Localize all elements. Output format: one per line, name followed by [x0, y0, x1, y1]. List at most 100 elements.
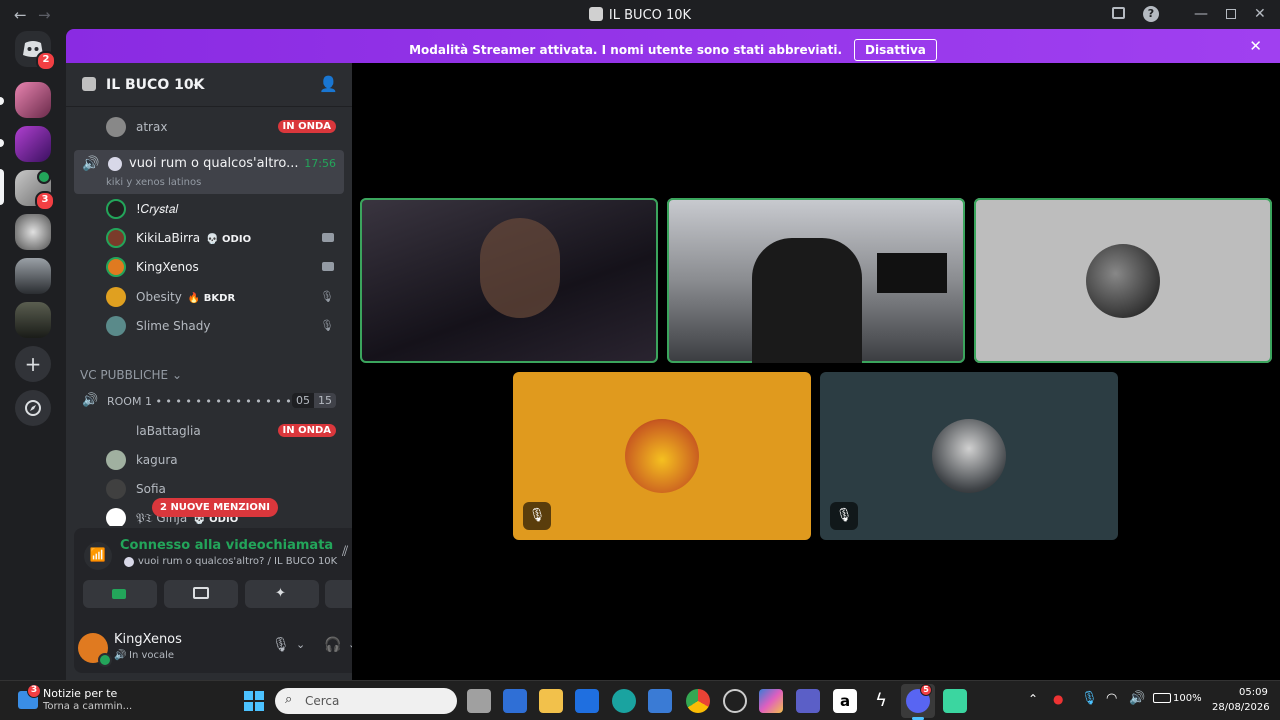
clock-time[interactable]: 05:09 [1239, 687, 1268, 698]
volume-icon[interactable]: 🔊 [1129, 691, 1145, 706]
video-tile[interactable] [360, 198, 658, 363]
server-avatar-2[interactable] [15, 126, 51, 162]
title-bar: ← → IL BUCO 10K ? — ✕ [0, 0, 1280, 29]
connection-channel[interactable]: vuoi rum o qualcos'altro? / IL BUCO 10K [138, 556, 337, 567]
app-icon[interactable] [943, 689, 967, 713]
member-name: KikiLaBirra [136, 231, 201, 245]
search-icon: ⌕ [285, 692, 293, 707]
video-stage: 🎙 🎙 [352, 63, 1280, 680]
battery-icon[interactable] [1153, 693, 1171, 703]
stremio-icon[interactable]: ϟ [869, 689, 893, 713]
voice-indicator-icon [37, 170, 51, 184]
server-avatar-4[interactable] [15, 214, 51, 250]
speaker-icon: 🔊 [82, 393, 99, 408]
server-avatar-6[interactable] [15, 302, 51, 338]
headphones-icon[interactable]: 🎧 [324, 637, 341, 653]
selected-pill [0, 169, 4, 205]
unread-pill [0, 97, 4, 105]
signal-icon[interactable]: 📶 [84, 542, 112, 570]
add-server-icon[interactable]: + [15, 346, 51, 382]
close-banner-icon[interactable]: ✕ [1249, 37, 1262, 55]
discord-badge: 5 [920, 684, 932, 696]
participant-avatar [932, 419, 1006, 493]
minimize-button[interactable]: — [1194, 6, 1208, 22]
member-name: Slime Shady [136, 319, 211, 333]
member-row[interactable]: Slime Shady 🎙 [74, 312, 344, 340]
video-tile[interactable] [667, 198, 965, 363]
chevron-up-icon[interactable]: ⌃ [1028, 692, 1038, 706]
participant-video [480, 218, 560, 318]
close-window-button[interactable]: ✕ [1254, 6, 1266, 22]
live-badge: IN ONDA [277, 120, 336, 133]
wifi-icon[interactable]: ◠ [1106, 691, 1117, 706]
participant-avatar [1086, 244, 1160, 318]
copilot-icon[interactable] [759, 689, 783, 713]
chevron-down-icon[interactable]: ⌄ [296, 638, 305, 651]
streamer-mode-banner: Modalità Streamer attivata. I nomi utent… [66, 29, 1280, 63]
inbox-icon[interactable] [1112, 7, 1125, 19]
clock-date[interactable]: 28/08/2026 [1212, 702, 1270, 713]
new-mentions-pill[interactable]: 2 NUOVE MENZIONI [152, 498, 278, 517]
connection-status: Connesso alla videochiamata [120, 538, 334, 553]
chrome-icon[interactable] [686, 689, 710, 713]
voice-channel-room1[interactable]: 🔊 ROOM 1 • • • • • • • • • • • • • • • 0… [74, 389, 344, 415]
news-title[interactable]: Notizie per te [43, 687, 117, 700]
file-explorer-icon[interactable] [539, 689, 563, 713]
noise-suppression-icon[interactable]: ⫽ [342, 544, 348, 560]
microphone-icon[interactable]: 🎙 [272, 637, 290, 653]
explore-compass-icon[interactable] [15, 390, 51, 426]
avatar [106, 199, 126, 219]
screen-share-icon [193, 587, 209, 599]
channel-name: ROOM 1 • • • • • • • • • • • • • • • [107, 395, 302, 408]
windows-start-icon[interactable] [244, 691, 264, 711]
video-tile[interactable]: 🎙 [820, 372, 1118, 540]
channel-sidebar: IL BUCO 10K ⌄ 👤 atrax IN ONDA 🔊 vuoi rum… [66, 63, 411, 680]
member-name: atrax [136, 120, 168, 134]
avatar [106, 287, 126, 307]
task-view-icon[interactable] [467, 689, 491, 713]
teams-icon[interactable] [796, 689, 820, 713]
outlook-icon[interactable] [503, 689, 527, 713]
camera-button[interactable] [83, 580, 157, 608]
member-name: Sofia [136, 482, 166, 496]
edge-icon[interactable] [612, 689, 636, 713]
news-badge: 3 [27, 684, 41, 698]
disable-streamer-button[interactable]: Disattiva [854, 39, 937, 61]
screen-share-button[interactable] [164, 580, 238, 608]
video-tile[interactable]: 🎙 [513, 372, 811, 540]
avatar [106, 479, 126, 499]
member-row[interactable]: laBattaglia IN ONDA [74, 417, 344, 445]
server-header[interactable]: IL BUCO 10K ⌄ 👤 [66, 63, 352, 107]
invite-user-icon[interactable]: 👤 [319, 75, 338, 93]
channel-name: vuoi rum o qualcos'altro... [129, 156, 299, 171]
server-rail: 2 3 + [0, 29, 66, 680]
category-label: VC PUBBLICHE [80, 368, 169, 382]
window-title: IL BUCO 10K [0, 7, 1280, 23]
dropbox-icon[interactable] [575, 689, 599, 713]
tray-app-icon[interactable]: ● [1053, 692, 1063, 706]
video-tile[interactable] [974, 198, 1272, 363]
avatar [106, 508, 126, 526]
active-voice-channel[interactable]: 🔊 vuoi rum o qualcos'altro... 17:56 kiki… [74, 150, 344, 194]
server-avatar-5[interactable] [15, 258, 51, 294]
maximize-button[interactable] [1226, 9, 1236, 19]
obs-icon[interactable] [723, 689, 747, 713]
user-limit: 15 [314, 393, 336, 408]
member-row[interactable]: kagura [74, 446, 344, 474]
activities-button[interactable]: ✦ [245, 580, 319, 608]
store-icon[interactable] [648, 689, 672, 713]
help-icon[interactable]: ? [1143, 6, 1159, 22]
server-avatar-1[interactable] [15, 82, 51, 118]
search-box[interactable]: ⌕ Cerca [275, 688, 457, 714]
member-row[interactable]: KingXenos [74, 253, 344, 281]
member-row[interactable]: Obesity 🔥 BKDR 🎙 [74, 283, 344, 311]
amazon-icon[interactable]: a [833, 689, 857, 713]
member-row[interactable]: atrax IN ONDA [74, 113, 344, 141]
avatar [106, 316, 126, 336]
member-row[interactable]: !𝐶𝑟𝑦𝑠𝑡𝑎𝑙 [74, 195, 344, 223]
microphone-tray-icon[interactable]: 🎙 [1081, 691, 1098, 706]
avatar [106, 117, 126, 137]
member-name: kagura [136, 453, 178, 467]
member-row[interactable]: KikiLaBirra 💀 ODIO [74, 224, 344, 252]
category-header[interactable]: VC PUBBLICHE ⌄ [80, 368, 182, 382]
